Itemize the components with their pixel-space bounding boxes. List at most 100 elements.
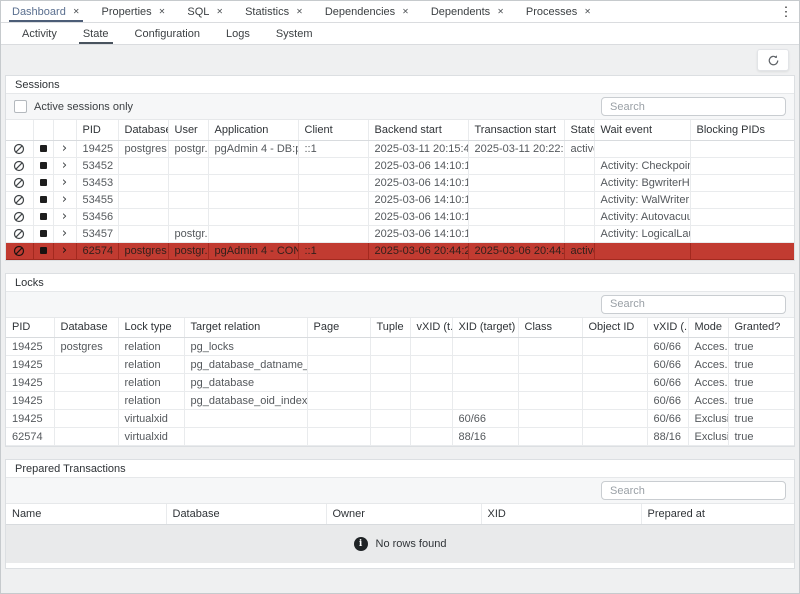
cell-pid: 19425 xyxy=(6,392,54,410)
column-header-lock-type[interactable]: Lock type xyxy=(118,318,184,338)
session-row[interactable]: › 53456 2025-03-06 14:10:11 ... Acti xyxy=(6,208,794,225)
terminate-session-button[interactable] xyxy=(34,243,53,259)
locks-search-input[interactable] xyxy=(601,295,786,314)
expand-row-button[interactable]: › xyxy=(54,175,76,191)
cell-state xyxy=(564,174,594,191)
subtab-activity[interactable]: Activity xyxy=(9,23,70,44)
cell-vxid-owner: 88/16 xyxy=(647,428,688,446)
column-header-xid[interactable]: XID xyxy=(481,504,641,524)
column-header-owner[interactable]: Owner xyxy=(326,504,481,524)
cancel-query-button[interactable] xyxy=(6,226,33,242)
tab-dependencies[interactable]: Dependencies ✕ xyxy=(314,1,420,22)
sessions-search-input[interactable] xyxy=(601,97,786,116)
lock-row[interactable]: 19425 relation pg_database_oid_index 60/… xyxy=(6,392,794,410)
terminate-session-button[interactable] xyxy=(34,226,53,242)
expand-row-button[interactable]: › xyxy=(54,158,76,174)
column-header-vxid-owner[interactable]: vXID (... xyxy=(647,318,688,338)
tab-close-icon[interactable]: ✕ xyxy=(73,8,80,16)
lock-row[interactable]: 19425 relation pg_database_datname_ind..… xyxy=(6,356,794,374)
tab-properties[interactable]: Properties ✕ xyxy=(91,1,177,22)
cell-pid: 19425 xyxy=(76,140,118,157)
session-row[interactable]: › 53455 2025-03-06 14:10:11 ... Acti xyxy=(6,191,794,208)
column-header-user[interactable]: User xyxy=(168,120,208,140)
terminate-session-button[interactable] xyxy=(34,209,53,225)
tab-close-icon[interactable]: ✕ xyxy=(159,8,166,16)
overflow-menu-icon[interactable]: ⋮ xyxy=(773,1,799,22)
cancel-query-button[interactable] xyxy=(6,175,33,191)
cancel-query-button[interactable] xyxy=(6,141,33,157)
subtab-configuration[interactable]: Configuration xyxy=(122,23,213,44)
cell-wait-event: Activity: LogicalLaun... xyxy=(594,225,690,242)
tab-statistics[interactable]: Statistics ✕ xyxy=(234,1,314,22)
expand-row-button[interactable]: › xyxy=(54,243,76,259)
session-row[interactable]: › 62574 postgres postgr... pgAdmin 4 - C… xyxy=(6,242,794,259)
terminate-session-button[interactable] xyxy=(34,141,53,157)
column-header-blocking-pids[interactable]: Blocking PIDs xyxy=(690,120,794,140)
tab-close-icon[interactable]: ✕ xyxy=(497,8,504,16)
expand-cell: › xyxy=(53,174,76,191)
terminate-session-button[interactable] xyxy=(34,175,53,191)
column-header-state[interactable]: State xyxy=(564,120,594,140)
column-header-wait-event[interactable]: Wait event xyxy=(594,120,690,140)
cancel-query-button[interactable] xyxy=(6,209,33,225)
column-header-tuple[interactable]: Tuple xyxy=(370,318,410,338)
expand-row-button[interactable]: › xyxy=(54,209,76,225)
column-header-name[interactable]: Name xyxy=(6,504,166,524)
cell-backend-start: 2025-03-11 20:15:46 ... xyxy=(368,140,468,157)
column-header-page[interactable]: Page xyxy=(307,318,370,338)
expand-row-button[interactable]: › xyxy=(54,141,76,157)
column-header-database[interactable]: Database xyxy=(54,318,118,338)
lock-row[interactable]: 19425 virtualxid 60/66 60/66 Exclusi... xyxy=(6,410,794,428)
active-sessions-checkbox[interactable] xyxy=(14,100,27,113)
column-header-prepared-at[interactable]: Prepared at xyxy=(641,504,794,524)
column-header-xid-target[interactable]: XID (target) xyxy=(452,318,518,338)
subtab-logs[interactable]: Logs xyxy=(213,23,263,44)
tab-close-icon[interactable]: ✕ xyxy=(216,8,223,16)
cancel-query-button[interactable] xyxy=(6,243,33,259)
tab-dependents[interactable]: Dependents ✕ xyxy=(420,1,515,22)
column-header-application[interactable]: Application xyxy=(208,120,298,140)
session-row[interactable]: › 53457 postgr... 2025-03-06 14:10:11 ..… xyxy=(6,225,794,242)
lock-row[interactable]: 62574 virtualxid 88/16 88/16 Exclusi... xyxy=(6,428,794,446)
session-row[interactable]: › 53453 2025-03-06 14:10:11 ... Acti xyxy=(6,174,794,191)
tab-close-icon[interactable]: ✕ xyxy=(402,8,409,16)
expand-row-button[interactable]: › xyxy=(54,192,76,208)
session-row[interactable]: › 19425 postgres postgr... pgAdmin 4 - D… xyxy=(6,140,794,157)
column-header-backend-start[interactable]: Backend start xyxy=(368,120,468,140)
subtab-state[interactable]: State xyxy=(70,23,122,44)
column-header-target-relation[interactable]: Target relation xyxy=(184,318,307,338)
terminate-session-button[interactable] xyxy=(34,192,53,208)
column-header-pid[interactable]: PID xyxy=(6,318,54,338)
expand-row-button[interactable]: › xyxy=(54,226,76,242)
column-header-transaction-start[interactable]: Transaction start xyxy=(468,120,564,140)
tab-close-icon[interactable]: ✕ xyxy=(296,8,303,16)
column-header-granted[interactable]: Granted? xyxy=(728,318,794,338)
tab-processes[interactable]: Processes ✕ xyxy=(515,1,602,22)
tab-close-icon[interactable]: ✕ xyxy=(584,8,591,16)
cell-pid: 19425 xyxy=(6,374,54,392)
lock-row[interactable]: 19425 relation pg_database 60/66 Acces. xyxy=(6,374,794,392)
cell-tuple xyxy=(370,356,410,374)
cell-application xyxy=(208,174,298,191)
column-header-pid[interactable]: PID xyxy=(76,120,118,140)
tab-sql[interactable]: SQL ✕ xyxy=(176,1,234,22)
refresh-button[interactable] xyxy=(757,49,789,71)
cell-database xyxy=(54,428,118,446)
column-header-database[interactable]: Database xyxy=(166,504,326,524)
column-header-database[interactable]: Database xyxy=(118,120,168,140)
subtab-system[interactable]: System xyxy=(263,23,326,44)
prepared-search-input[interactable] xyxy=(601,481,786,500)
column-header-mode[interactable]: Mode xyxy=(688,318,728,338)
cell-user: postgr... xyxy=(168,225,208,242)
lock-row[interactable]: 19425 postgres relation pg_locks 60/66 A xyxy=(6,338,794,356)
cell-backend-start: 2025-03-06 14:10:11 ... xyxy=(368,225,468,242)
tab-dashboard[interactable]: Dashboard ✕ xyxy=(1,1,91,22)
terminate-session-button[interactable] xyxy=(34,158,53,174)
cancel-query-button[interactable] xyxy=(6,158,33,174)
column-header-client[interactable]: Client xyxy=(298,120,368,140)
session-row[interactable]: › 53452 2025-03-06 14:10:11 ... Acti xyxy=(6,157,794,174)
column-header-vxid-target[interactable]: vXID (t... xyxy=(410,318,452,338)
cancel-query-button[interactable] xyxy=(6,192,33,208)
column-header-class[interactable]: Class xyxy=(518,318,582,338)
column-header-object-id[interactable]: Object ID xyxy=(582,318,647,338)
